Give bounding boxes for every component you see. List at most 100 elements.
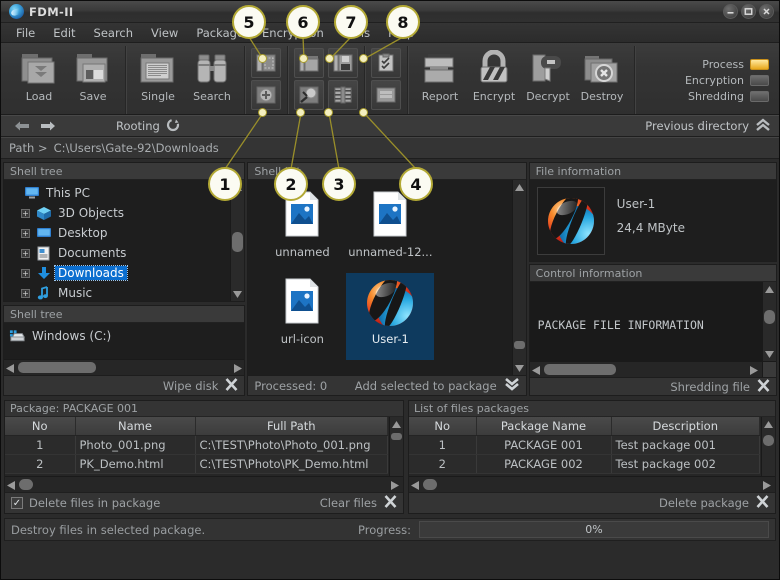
- scroll-thumb[interactable]: [763, 435, 774, 446]
- destroy-button[interactable]: Destroy: [575, 46, 629, 103]
- scroll-thumb[interactable]: [543, 364, 616, 375]
- column-header-package-name[interactable]: Package Name: [476, 417, 612, 436]
- x-mark-icon[interactable]: [225, 377, 238, 394]
- column-header-no[interactable]: No: [5, 417, 76, 436]
- menu-item-help[interactable]: Help: [379, 24, 423, 42]
- save-package-icon[interactable]: [328, 48, 358, 78]
- menu-item-view[interactable]: View: [142, 24, 187, 42]
- stack-layers-icon[interactable]: [371, 80, 401, 110]
- tree-item-this-pc[interactable]: This PC: [9, 183, 244, 203]
- column-header-description[interactable]: Description: [611, 417, 760, 436]
- packages-table-hscrollbar[interactable]: [409, 476, 775, 492]
- decrypt-button[interactable]: Decrypt: [521, 46, 575, 103]
- delete-package-button[interactable]: Delete package: [659, 495, 769, 511]
- x-mark-icon[interactable]: [757, 378, 770, 395]
- clear-files-button[interactable]: Clear files: [320, 495, 397, 511]
- scroll-thumb[interactable]: [18, 362, 96, 374]
- arrow-right-icon[interactable]: [35, 117, 61, 136]
- scroll-up-icon[interactable]: [513, 180, 526, 194]
- scroll-right-icon[interactable]: [234, 358, 243, 375]
- file-item-unnamed-12[interactable]: unnamed-12...: [346, 186, 434, 273]
- control-info-hscrollbar[interactable]: [529, 360, 777, 377]
- scroll-down-icon[interactable]: [763, 347, 776, 361]
- new-package-icon[interactable]: [251, 48, 281, 78]
- expander-icon[interactable]: +: [21, 288, 30, 298]
- tree-item-desktop[interactable]: + Desktop: [9, 223, 244, 243]
- refresh-icon[interactable]: [166, 118, 180, 135]
- table-row[interactable]: 1 PACKAGE 001 Test package 001: [409, 435, 760, 455]
- shell-list-vscrollbar[interactable]: [511, 180, 526, 376]
- chevron-double-down-icon[interactable]: [504, 377, 520, 394]
- single-button[interactable]: Single: [131, 46, 185, 103]
- control-info-vscrollbar[interactable]: [762, 282, 777, 361]
- scroll-thumb[interactable]: [19, 479, 33, 490]
- add-selected-to-package-button[interactable]: Add selected to package: [355, 377, 520, 394]
- rooting-control[interactable]: Rooting: [116, 118, 180, 135]
- expander-icon[interactable]: +: [21, 268, 30, 278]
- scroll-up-icon[interactable]: [762, 417, 775, 431]
- previous-directory-button[interactable]: Previous directory: [645, 117, 771, 135]
- path-bar[interactable]: Path > C:\Users\Gate-92\Downloads: [1, 137, 779, 159]
- scroll-down-icon[interactable]: [231, 287, 244, 301]
- file-item-url-icon[interactable]: url-icon: [258, 273, 346, 360]
- x-mark-icon[interactable]: [384, 495, 397, 511]
- table-row[interactable]: 2 PK_Demo.html C:\TEST\Photo\PK_Demo.htm…: [5, 454, 388, 474]
- column-header-full-path[interactable]: Full Path: [195, 417, 388, 436]
- chevron-double-up-icon[interactable]: [755, 117, 771, 135]
- open-folder-icon[interactable]: [294, 48, 324, 78]
- save-button[interactable]: Save: [66, 46, 120, 103]
- table-row[interactable]: 2 PACKAGE 002 Test package 002: [409, 454, 760, 474]
- report-button[interactable]: Report: [413, 46, 467, 103]
- maximize-icon[interactable]: [741, 4, 756, 19]
- scroll-up-icon[interactable]: [231, 180, 244, 194]
- search-button[interactable]: Search: [185, 46, 239, 103]
- tree-item-music[interactable]: + Music: [9, 283, 244, 301]
- scroll-right-icon[interactable]: [391, 475, 399, 492]
- arrow-left-icon[interactable]: [9, 117, 35, 136]
- expander-icon[interactable]: +: [21, 228, 30, 238]
- scroll-left-icon[interactable]: [7, 475, 15, 492]
- table-row[interactable]: 1 Photo_001.png C:\TEST\Photo\Photo_001.…: [5, 435, 388, 455]
- menu-item-tools[interactable]: Tools: [333, 24, 379, 42]
- menu-item-edit[interactable]: Edit: [44, 24, 84, 42]
- menu-item-package[interactable]: Package: [187, 24, 253, 42]
- drives-hscrollbar[interactable]: [4, 358, 245, 376]
- tree-item-documents[interactable]: + Documents: [9, 243, 244, 263]
- scroll-thumb[interactable]: [232, 232, 244, 252]
- tree-item-3d-objects[interactable]: + 3D Objects: [9, 203, 244, 223]
- menu-item-file[interactable]: File: [7, 24, 44, 42]
- checklist-icon[interactable]: [371, 48, 401, 78]
- x-mark-icon[interactable]: [756, 495, 769, 511]
- scroll-left-icon[interactable]: [531, 360, 540, 377]
- scroll-left-icon[interactable]: [6, 358, 14, 375]
- file-item-user-1[interactable]: User-1: [346, 273, 435, 360]
- scroll-up-icon[interactable]: [390, 417, 403, 431]
- column-header-name[interactable]: Name: [75, 417, 196, 436]
- scroll-right-icon[interactable]: [750, 360, 759, 377]
- file-item-unnamed[interactable]: unnamed: [258, 186, 346, 273]
- add-plus-icon[interactable]: [251, 80, 281, 110]
- minimize-icon[interactable]: [723, 4, 738, 19]
- expander-icon[interactable]: +: [21, 208, 30, 218]
- load-button[interactable]: Load: [12, 46, 66, 103]
- scroll-thumb[interactable]: [391, 433, 402, 440]
- encrypt-button[interactable]: Encrypt: [467, 46, 521, 103]
- shell-tree-vscrollbar[interactable]: [230, 180, 245, 301]
- package-table-hscrollbar[interactable]: [5, 476, 403, 492]
- scroll-thumb[interactable]: [513, 341, 525, 350]
- column-header-no[interactable]: No: [409, 417, 477, 436]
- scroll-down-icon[interactable]: [513, 361, 526, 375]
- scroll-thumb[interactable]: [764, 310, 776, 324]
- scroll-up-icon[interactable]: [763, 282, 776, 296]
- menu-item-encryption[interactable]: Encryption: [253, 24, 333, 42]
- scroll-thumb[interactable]: [423, 479, 437, 490]
- close-icon[interactable]: [759, 4, 774, 19]
- delete-files-checkbox[interactable]: ✓: [11, 497, 23, 509]
- shredding-file-button[interactable]: Shredding file: [670, 378, 770, 395]
- tools-wrench-icon[interactable]: [294, 80, 324, 110]
- compress-icon[interactable]: [328, 80, 358, 110]
- scroll-left-icon[interactable]: [411, 475, 419, 492]
- tree-item-windows-c[interactable]: Windows (C:): [9, 326, 244, 346]
- menu-item-search[interactable]: Search: [85, 24, 143, 42]
- scroll-right-icon[interactable]: [763, 475, 771, 492]
